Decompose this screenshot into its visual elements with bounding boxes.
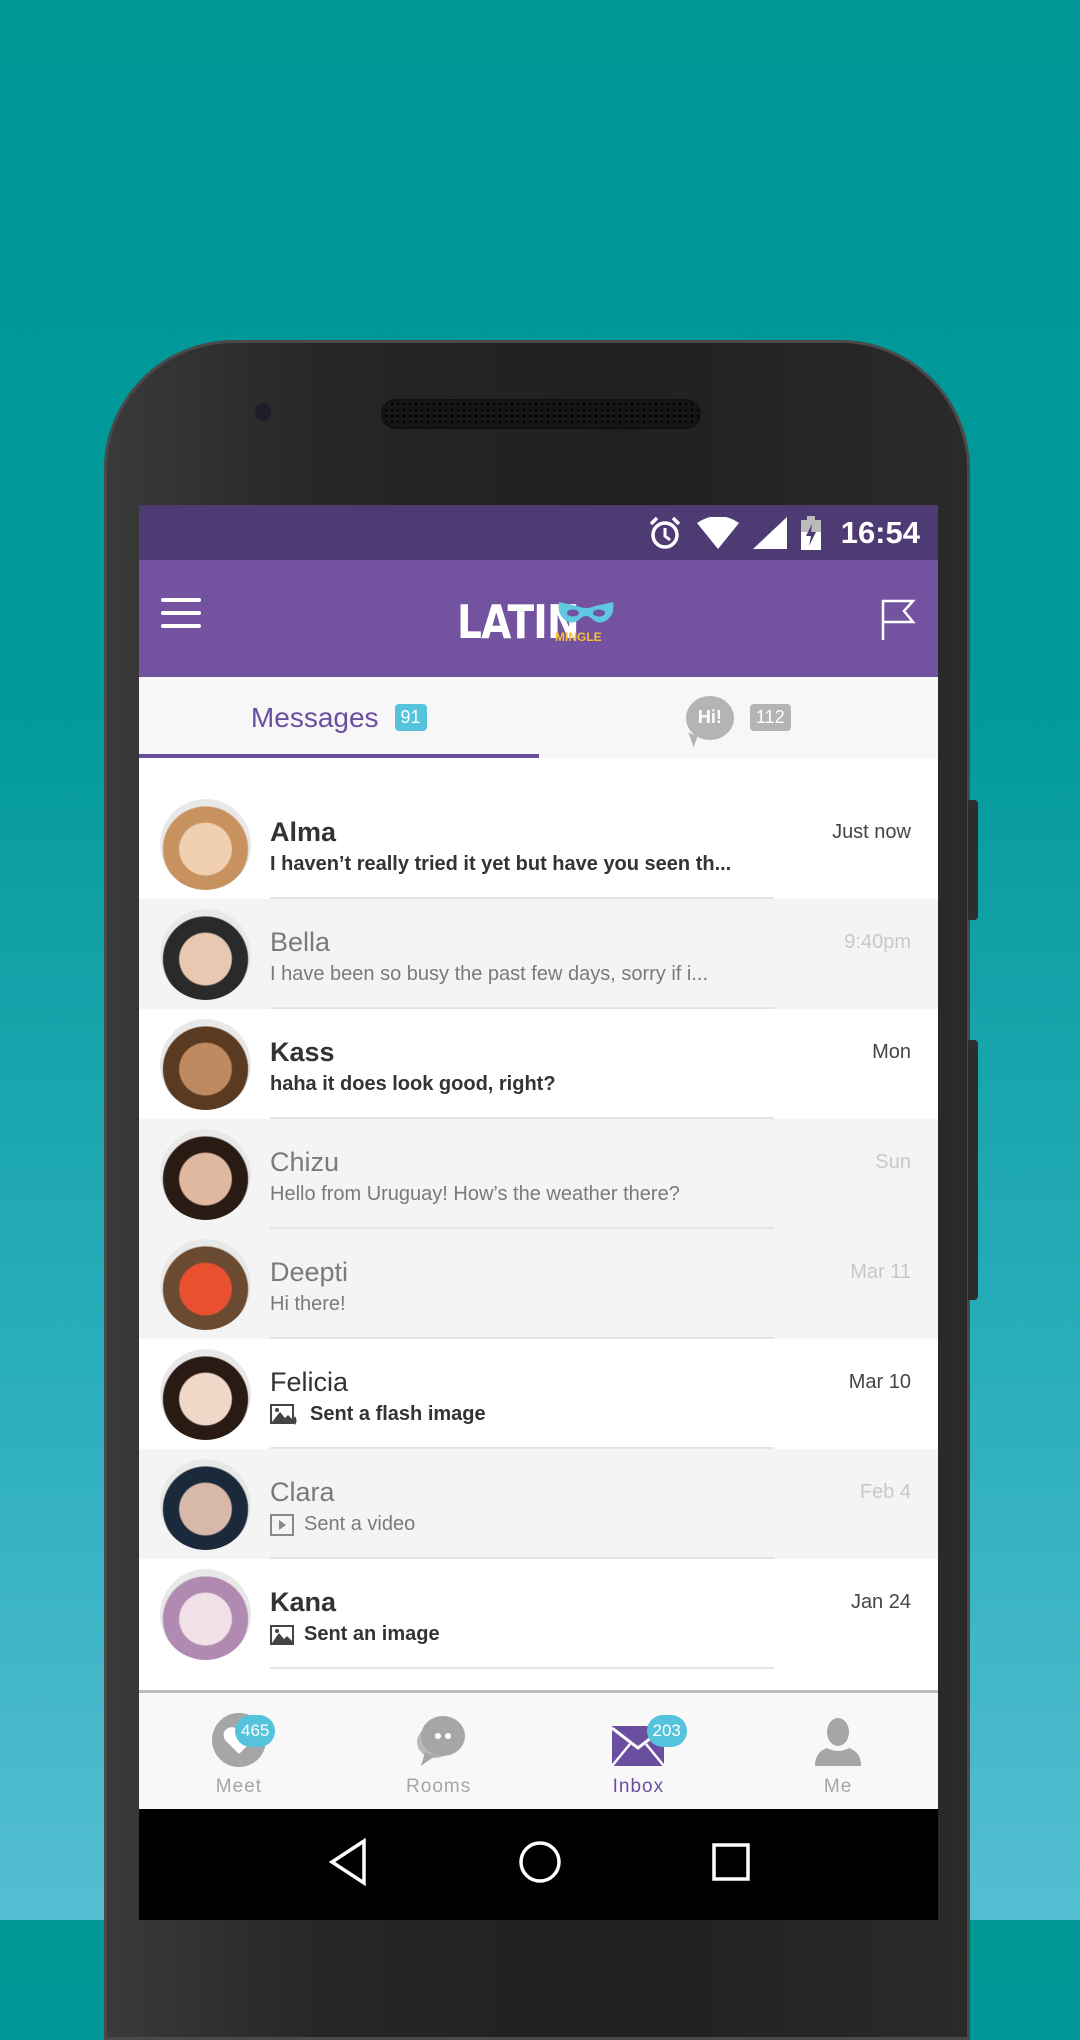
nav-rooms-label: Rooms — [406, 1776, 472, 1797]
list-top-spacer — [139, 758, 938, 789]
contact-name: Chizu — [270, 1147, 340, 1177]
front-camera — [255, 403, 271, 421]
conversation-row[interactable]: Kana Sent an image Jan 24 — [139, 1559, 938, 1669]
tab-messages-label: Messages — [250, 701, 379, 733]
avatar[interactable] — [160, 909, 251, 1000]
app-bar: LATIN MINGLE — [139, 560, 938, 677]
contact-name: Clara — [270, 1477, 335, 1507]
message-time: Feb 4 — [859, 1481, 911, 1503]
back-icon[interactable] — [328, 1837, 368, 1891]
nav-inbox-label: Inbox — [612, 1776, 665, 1797]
nav-meet-label: Meet — [215, 1776, 262, 1797]
inbox-badge: 203 — [646, 1715, 687, 1747]
message-time: Just now — [832, 821, 911, 843]
power-button — [968, 800, 978, 920]
mask-icon — [558, 602, 614, 623]
message-preview: I haven’t really tried it yet but have y… — [270, 853, 731, 876]
avatar[interactable] — [160, 1459, 251, 1550]
hi-bubble-icon: Hi! — [685, 695, 734, 740]
message-time: Mon — [872, 1041, 911, 1063]
conversation-row[interactable]: Felicia Sent a flash image Mar 10 — [139, 1339, 938, 1449]
message-preview-text: Sent a flash image — [310, 1403, 486, 1425]
message-preview: Sent a flash image — [270, 1403, 486, 1426]
hi-label: Hi! — [697, 707, 722, 727]
tab-hi[interactable]: Hi! 112 — [539, 677, 939, 758]
system-nav-bar — [139, 1809, 938, 1920]
hi-count-badge: 112 — [749, 704, 791, 731]
contact-name: Bella — [270, 927, 331, 957]
flash-image-icon — [270, 1403, 300, 1426]
signal-icon — [752, 516, 787, 549]
message-preview-text: I haven’t really tried it yet but have y… — [270, 853, 732, 875]
video-icon — [270, 1513, 294, 1536]
bottom-nav: 465 Meet Rooms 203 Inbox Me — [139, 1690, 938, 1812]
status-time: 16:54 — [840, 514, 920, 550]
avatar[interactable] — [160, 1129, 251, 1220]
home-icon[interactable] — [518, 1840, 562, 1889]
tab-messages[interactable]: Messages 91 — [139, 677, 539, 758]
recents-icon[interactable] — [711, 1843, 750, 1886]
message-preview-text: Sent a video — [304, 1513, 416, 1535]
message-preview: I have been so busy the past few days, s… — [270, 963, 708, 986]
conversation-list: Alma I haven’t really tried it yet but h… — [139, 789, 938, 1669]
contact-name: Kass — [270, 1037, 335, 1067]
conversation-row[interactable]: Kass haha it does look good, right? Mon — [139, 1009, 938, 1119]
message-preview: haha it does look good, right? — [270, 1073, 556, 1096]
nav-me[interactable]: Me — [738, 1693, 938, 1812]
conversation-row[interactable]: Bella I have been so busy the past few d… — [139, 899, 938, 1009]
contact-name: Kana — [270, 1587, 337, 1617]
avatar[interactable] — [160, 1239, 251, 1330]
message-time: Mar 11 — [850, 1261, 911, 1283]
logo-latin-text: LATIN — [457, 595, 580, 649]
message-preview-text: haha it does look good, right? — [270, 1073, 556, 1095]
avatar[interactable] — [160, 1349, 251, 1440]
conversation-row[interactable]: Clara Sent a video Feb 4 — [139, 1449, 938, 1559]
contact-name: Deepti — [270, 1257, 349, 1287]
message-preview-text: Sent an image — [304, 1623, 440, 1645]
message-preview: Hi there! — [270, 1293, 346, 1316]
status-bar: 16:54 — [139, 505, 938, 560]
app-logo: LATIN MINGLE — [457, 595, 617, 649]
message-preview-text: I have been so busy the past few days, s… — [270, 963, 708, 985]
volume-button — [968, 1040, 978, 1300]
nav-rooms[interactable]: Rooms — [339, 1693, 539, 1812]
avatar[interactable] — [160, 799, 251, 890]
message-preview: Hello from Uruguay! How’s the weather th… — [270, 1183, 680, 1206]
image-icon — [270, 1624, 294, 1645]
message-preview: Sent a video — [270, 1513, 415, 1536]
message-preview-text: Hello from Uruguay! How’s the weather th… — [270, 1183, 680, 1205]
person-icon — [815, 1718, 862, 1766]
message-time: Jan 24 — [850, 1591, 911, 1613]
nav-meet[interactable]: 465 Meet — [139, 1693, 339, 1812]
battery-charging-icon — [800, 515, 821, 550]
earpiece-speaker — [381, 399, 701, 429]
conversation-row[interactable]: Chizu Hello from Uruguay! How’s the weat… — [139, 1119, 938, 1229]
messages-count-badge: 91 — [394, 704, 427, 731]
hamburger-menu-icon[interactable] — [161, 598, 201, 632]
message-time: 9:40pm — [844, 931, 911, 953]
meet-badge: 465 — [235, 1715, 276, 1747]
inbox-tabs: Messages 91 Hi! 112 — [139, 677, 938, 758]
contact-name: Alma — [270, 817, 337, 847]
avatar[interactable] — [160, 1569, 251, 1660]
conversation-row[interactable]: Deepti Hi there! Mar 11 — [139, 1229, 938, 1339]
message-time: Sun — [875, 1151, 911, 1173]
chat-bubbles-icon — [416, 1716, 465, 1766]
logo-mingle-text: MINGLE — [555, 630, 602, 644]
conversation-row[interactable]: Alma I haven’t really tried it yet but h… — [139, 789, 938, 899]
row-divider — [270, 1667, 774, 1669]
alarm-icon — [649, 516, 680, 549]
nav-me-label: Me — [823, 1776, 853, 1797]
app-screen: 16:54 LATIN MINGLE Messages 91 Hi! 112 A… — [139, 505, 938, 1920]
message-preview-text: Hi there! — [270, 1293, 346, 1315]
message-time: Mar 10 — [848, 1371, 911, 1393]
flag-icon[interactable] — [880, 598, 916, 640]
message-preview: Sent an image — [270, 1623, 440, 1646]
nav-inbox[interactable]: 203 Inbox — [539, 1693, 739, 1812]
avatar[interactable] — [160, 1019, 251, 1110]
contact-name: Felicia — [270, 1367, 349, 1397]
wifi-icon — [696, 516, 739, 549]
